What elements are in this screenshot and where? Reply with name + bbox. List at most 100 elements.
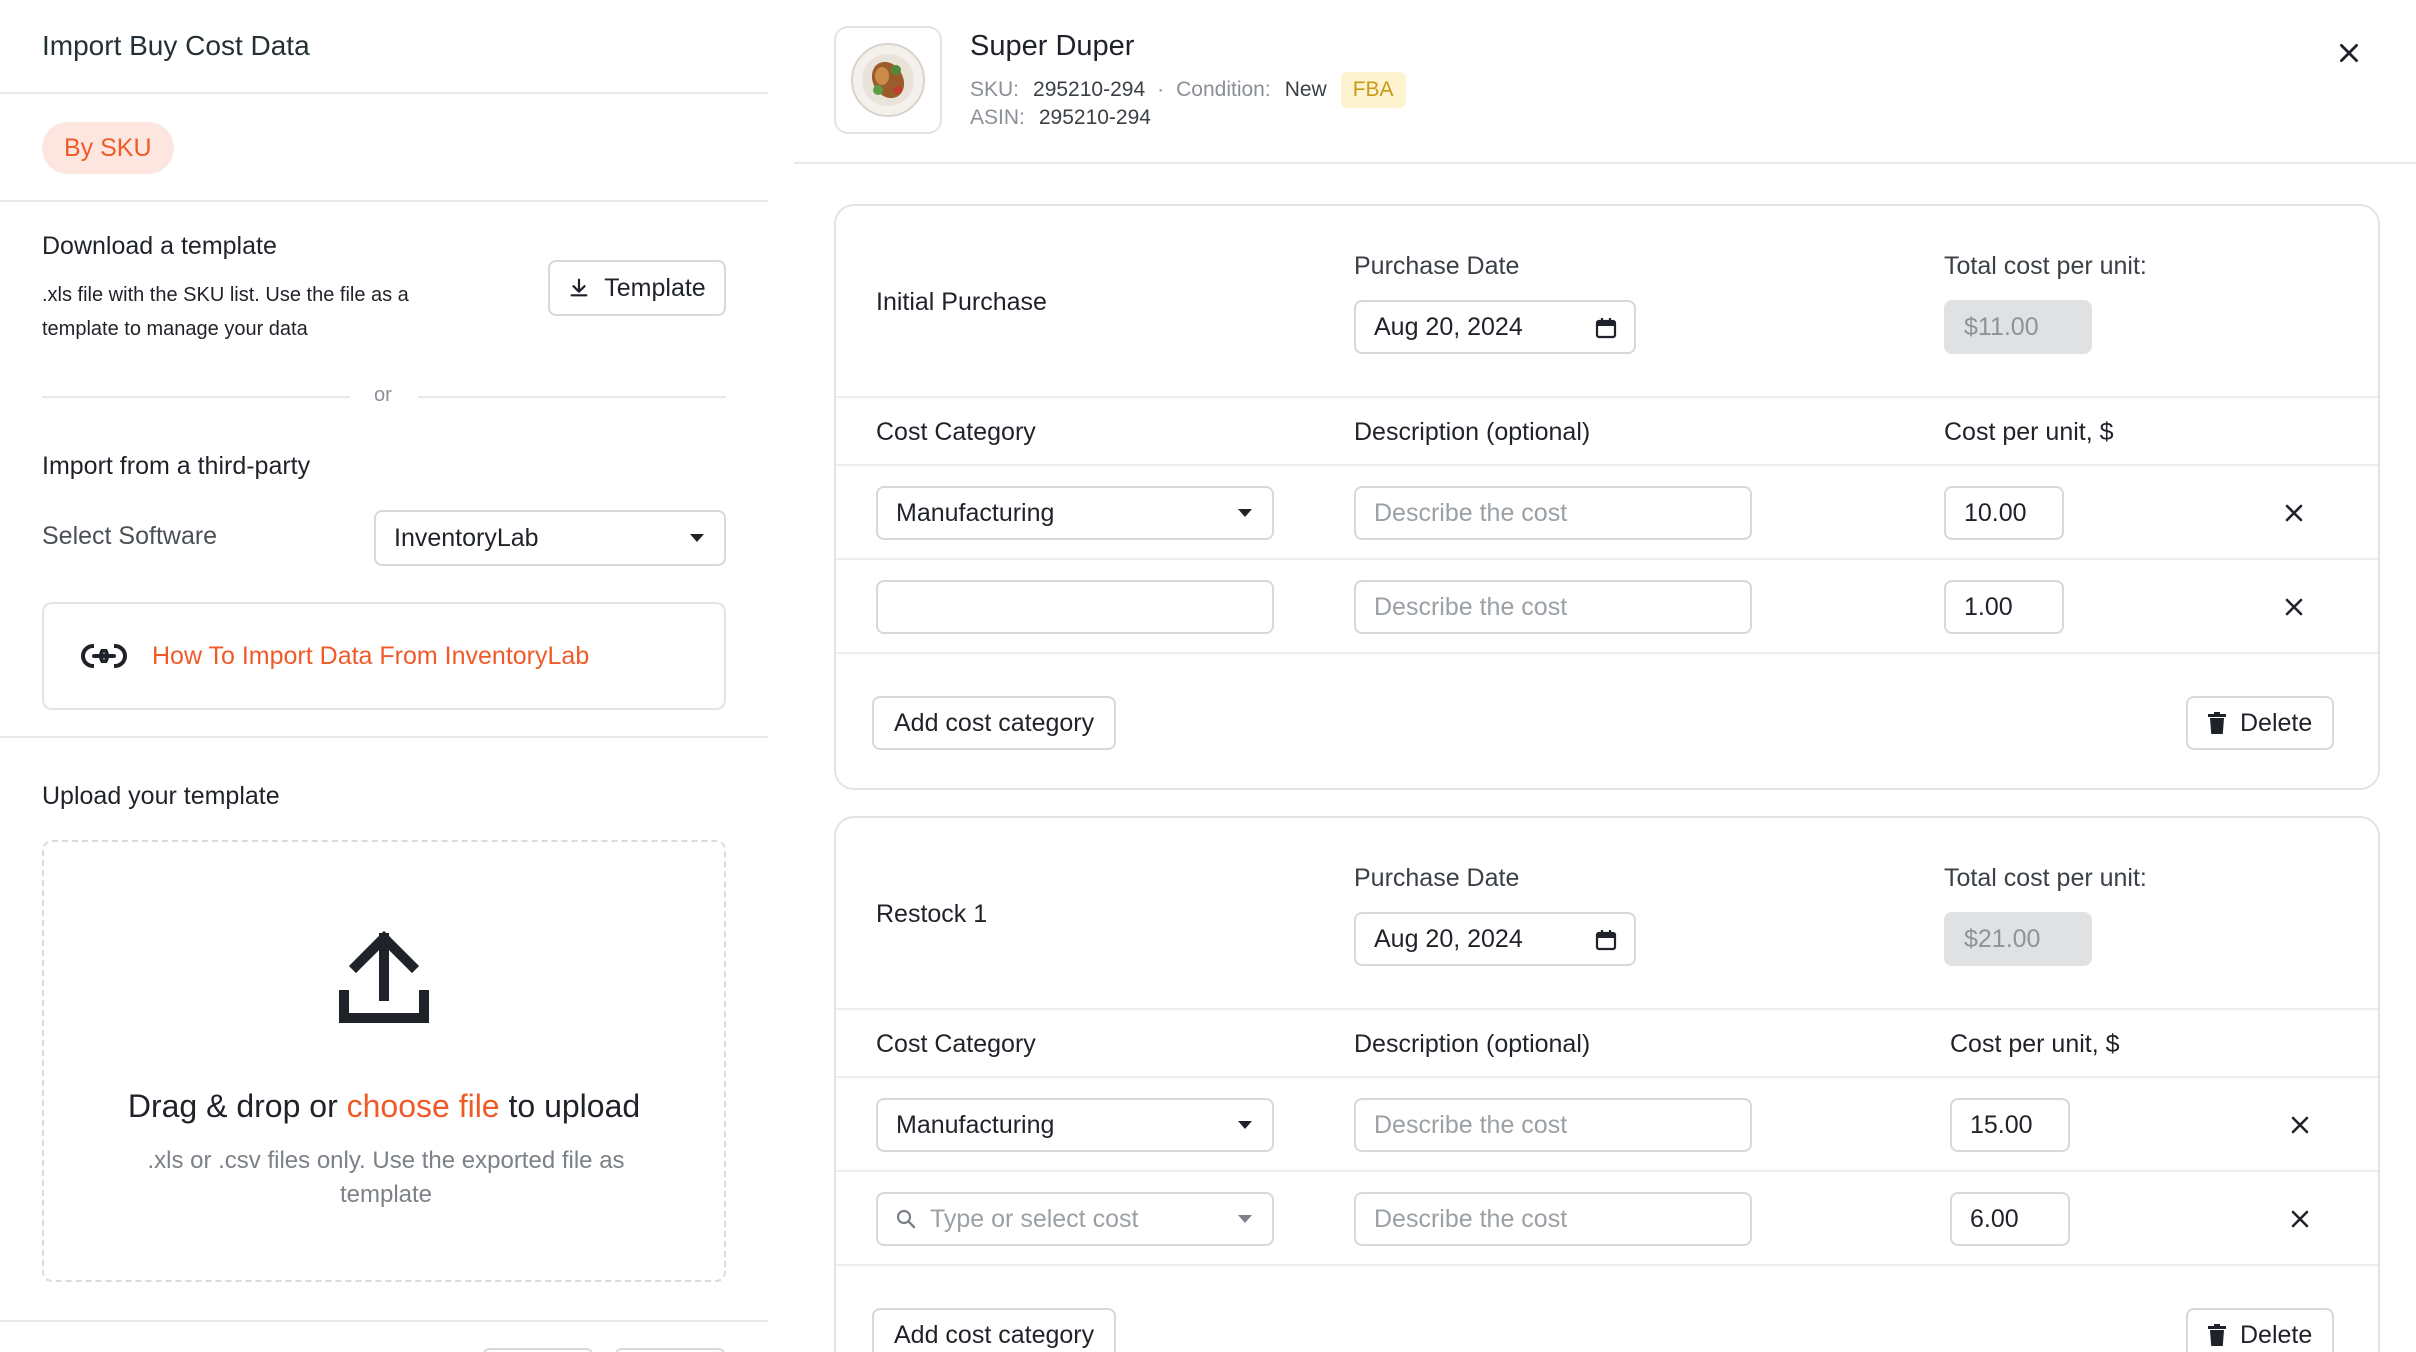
- divider: [836, 1076, 2378, 1078]
- product-name: Super Duper: [970, 30, 1135, 62]
- purchase-title: Initial Purchase: [876, 288, 1047, 316]
- download-template-hint: .xls file with the SKU list. Use the fil…: [42, 284, 409, 340]
- cost-category-select[interactable]: Manufacturing: [876, 486, 1274, 540]
- close-icon[interactable]: [2336, 40, 2362, 66]
- delete-label: Delete: [2240, 708, 2313, 737]
- product-asin-row: ASIN: 295210-294: [970, 106, 1151, 130]
- dropzone-suffix: to upload: [499, 1088, 641, 1124]
- third-party-title: Import from a third-party: [42, 452, 311, 480]
- cost-category-combobox[interactable]: Type or select cost: [876, 1192, 1274, 1246]
- delete-purchase-button[interactable]: Delete: [2186, 1308, 2335, 1352]
- how-to-import-link[interactable]: How To Import Data From InventoryLab: [152, 642, 589, 671]
- cost-per-unit-input[interactable]: 1.00: [1944, 580, 2064, 634]
- total-cost-label: Total cost per unit:: [1944, 252, 2147, 280]
- how-to-import-card[interactable]: How To Import Data From InventoryLab: [42, 602, 726, 710]
- divider: [0, 200, 768, 202]
- dropzone-prefix: Drag & drop or: [127, 1088, 347, 1124]
- cost-category-select[interactable]: Manufacturing: [876, 1098, 1274, 1152]
- upload-template-title: Upload your template: [42, 782, 280, 810]
- purchase-card-restock: Restock 1 Purchase Date Aug 20, 2024 Tot…: [834, 816, 2380, 1352]
- description-input[interactable]: Describe the cost: [1354, 580, 1752, 634]
- sku-label: SKU:: [970, 78, 1020, 101]
- footer-button[interactable]: [614, 1348, 726, 1352]
- trash-icon: [2208, 1324, 2226, 1346]
- download-template-title: Download a template: [42, 232, 277, 260]
- delete-label: Delete: [2240, 1320, 2313, 1349]
- delete-purchase-button[interactable]: Delete: [2186, 696, 2335, 750]
- description-input[interactable]: Describe the cost: [1354, 1192, 1752, 1246]
- cost-category-value: Manufacturing: [896, 1110, 1055, 1139]
- import-panel-title: Import Buy Cost Data: [42, 30, 310, 61]
- col-cost-category: Cost Category: [876, 418, 1036, 446]
- link-icon: [81, 643, 127, 669]
- cost-per-unit-input[interactable]: 15.00: [1950, 1098, 2070, 1152]
- divider: [836, 558, 2378, 560]
- col-description: Description (optional): [1354, 1030, 1591, 1058]
- purchase-card-initial: Initial Purchase Purchase Date Aug 20, 2…: [834, 204, 2380, 790]
- purchase-date-value: Aug 20, 2024: [1374, 924, 1523, 953]
- condition-label: Condition:: [1176, 78, 1271, 101]
- divider: [0, 736, 768, 738]
- divider: [836, 464, 2378, 466]
- product-cost-panel: Super Duper SKU: 295210-294 · Condition:…: [794, 0, 2416, 1352]
- chevron-down-icon: [690, 534, 704, 542]
- divider: [794, 162, 2416, 164]
- choose-file-link[interactable]: choose file: [347, 1088, 500, 1124]
- footer-button[interactable]: [482, 1348, 594, 1352]
- chevron-down-icon: [1238, 1215, 1252, 1223]
- chevron-down-icon: [1238, 509, 1252, 517]
- asin-value: 295210-294: [1038, 106, 1151, 129]
- tab-by-sku[interactable]: By SKU: [42, 122, 174, 174]
- remove-row-icon[interactable]: [2290, 1209, 2310, 1229]
- divider: [0, 1320, 768, 1322]
- or-divider-right: [418, 396, 726, 398]
- or-label: or: [374, 384, 392, 406]
- purchase-date-label: Purchase Date: [1354, 252, 1520, 280]
- divider: [836, 1008, 2378, 1010]
- download-icon: [570, 278, 588, 297]
- trash-icon: [2208, 712, 2226, 734]
- col-cost-category: Cost Category: [876, 1030, 1036, 1058]
- purchase-date-input[interactable]: Aug 20, 2024: [1354, 912, 1636, 966]
- fba-badge: FBA: [1340, 72, 1406, 108]
- software-select[interactable]: InventoryLab: [374, 510, 726, 566]
- remove-row-icon[interactable]: [2284, 597, 2304, 617]
- cost-per-unit-input[interactable]: 6.00: [1950, 1192, 2070, 1246]
- cost-category-placeholder: Type or select cost: [930, 1204, 1139, 1233]
- import-panel: Import Buy Cost Data By SKU Download a t…: [0, 0, 768, 1352]
- divider: [836, 1264, 2378, 1266]
- calendar-icon[interactable]: [1594, 316, 1618, 340]
- template-download-button[interactable]: Template: [548, 260, 726, 316]
- total-cost-value: $21.00: [1944, 912, 2092, 966]
- asin-label: ASIN:: [970, 106, 1025, 129]
- divider: [836, 1170, 2378, 1172]
- or-divider-left: [42, 396, 350, 398]
- upload-dropzone[interactable]: Drag & drop or choose file to upload .xl…: [42, 840, 726, 1282]
- purchase-date-input[interactable]: Aug 20, 2024: [1354, 300, 1636, 354]
- add-cost-category-button[interactable]: Add cost category: [872, 1308, 1117, 1352]
- cost-category-value: Manufacturing: [896, 498, 1055, 527]
- total-cost-label: Total cost per unit:: [1944, 864, 2147, 892]
- description-input[interactable]: Describe the cost: [1354, 1098, 1752, 1152]
- remove-row-icon[interactable]: [2290, 1115, 2310, 1135]
- divider: [836, 396, 2378, 398]
- add-cost-category-button[interactable]: Add cost category: [872, 696, 1117, 750]
- purchase-date-label: Purchase Date: [1354, 864, 1520, 892]
- remove-row-icon[interactable]: [2284, 503, 2304, 523]
- product-thumbnail: [834, 26, 942, 134]
- search-icon: [896, 1209, 916, 1229]
- sku-value: 295210-294: [1033, 78, 1146, 101]
- product-meta-row: SKU: 295210-294 · Condition: New FBA: [970, 72, 1406, 108]
- dropzone-title: Drag & drop or choose file to upload: [44, 1088, 724, 1125]
- description-input[interactable]: Describe the cost: [1354, 486, 1752, 540]
- col-cost-per-unit: Cost per unit, $: [1944, 418, 2114, 446]
- food-plate-icon: [851, 43, 925, 117]
- calendar-icon[interactable]: [1594, 928, 1618, 952]
- purchase-title: Restock 1: [876, 900, 988, 928]
- divider: [0, 92, 768, 94]
- chevron-down-icon: [1238, 1121, 1252, 1129]
- cost-category-select[interactable]: [876, 580, 1274, 634]
- cost-per-unit-input[interactable]: 10.00: [1944, 486, 2064, 540]
- software-select-value: InventoryLab: [394, 523, 539, 552]
- divider: [836, 652, 2378, 654]
